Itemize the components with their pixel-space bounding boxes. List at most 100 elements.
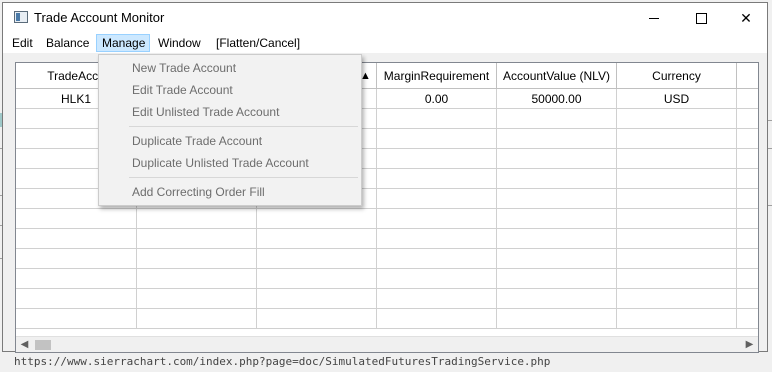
menu-item-duplicate-trade-account[interactable]: Duplicate Trade Account <box>99 130 361 152</box>
table-cell[interactable] <box>377 289 497 309</box>
trade-account-monitor-window: Trade Account Monitor ✕ Edit Balance Man… <box>2 2 768 353</box>
scrollbar-thumb[interactable] <box>35 340 51 350</box>
menu-item-edit-unlisted-trade-account[interactable]: Edit Unlisted Trade Account <box>99 101 361 123</box>
table-cell[interactable] <box>737 169 758 189</box>
table-cell[interactable] <box>257 289 377 309</box>
table-cell[interactable] <box>497 289 617 309</box>
table-cell[interactable] <box>617 249 737 269</box>
table-cell-accountvalue[interactable]: 50000.00 <box>497 89 617 109</box>
chevron-right-icon[interactable]: ▶ <box>741 337 758 352</box>
table-cell[interactable] <box>257 309 377 329</box>
menu-bar: Edit Balance Manage Window [Flatten/Canc… <box>3 33 767 53</box>
table-cell[interactable] <box>737 209 758 229</box>
table-cell[interactable] <box>497 269 617 289</box>
table-cell[interactable] <box>137 289 257 309</box>
table-cell[interactable] <box>737 109 758 129</box>
manage-menu-dropdown: New Trade Account Edit Trade Account Edi… <box>98 54 362 206</box>
table-cell[interactable] <box>617 269 737 289</box>
table-cell[interactable] <box>377 249 497 269</box>
menu-item-new-trade-account[interactable]: New Trade Account <box>99 57 361 79</box>
table-cell[interactable] <box>617 169 737 189</box>
table-cell[interactable] <box>257 229 377 249</box>
table-cell[interactable] <box>257 209 377 229</box>
table-cell[interactable] <box>137 269 257 289</box>
table-cell[interactable] <box>617 209 737 229</box>
menu-window[interactable]: Window <box>153 34 206 52</box>
menu-item-duplicate-unlisted-trade-account[interactable]: Duplicate Unlisted Trade Account <box>99 152 361 174</box>
table-cell[interactable] <box>16 289 137 309</box>
table-cell[interactable] <box>737 149 758 169</box>
table-cell[interactable] <box>377 189 497 209</box>
table-cell[interactable] <box>497 189 617 209</box>
table-cell[interactable] <box>497 229 617 249</box>
table-cell[interactable] <box>737 309 758 329</box>
menu-manage[interactable]: Manage <box>96 34 150 52</box>
table-cell[interactable] <box>16 249 137 269</box>
table-cell[interactable] <box>737 229 758 249</box>
menu-balance[interactable]: Balance <box>41 34 94 52</box>
table-cell[interactable] <box>737 249 758 269</box>
table-cell[interactable] <box>617 289 737 309</box>
table-cell[interactable] <box>617 149 737 169</box>
table-cell[interactable] <box>16 209 137 229</box>
column-header-currency[interactable]: Currency <box>617 63 737 89</box>
table-cell[interactable] <box>617 129 737 149</box>
table-cell-marginrequirement[interactable]: 0.00 <box>377 89 497 109</box>
table-cell[interactable] <box>137 309 257 329</box>
menu-edit[interactable]: Edit <box>7 34 38 52</box>
window-title: Trade Account Monitor <box>34 10 165 25</box>
table-cell[interactable] <box>16 269 137 289</box>
table-cell[interactable] <box>377 169 497 189</box>
column-header-7[interactable]: O <box>737 63 758 89</box>
menu-flatten-cancel[interactable]: [Flatten/Cancel] <box>211 34 305 52</box>
table-cell[interactable] <box>737 289 758 309</box>
menu-separator <box>129 177 358 178</box>
table-cell[interactable] <box>257 249 377 269</box>
maximize-icon <box>695 12 707 24</box>
table-cell[interactable] <box>737 269 758 289</box>
table-cell[interactable] <box>737 189 758 209</box>
table-cell[interactable] <box>137 229 257 249</box>
table-cell[interactable] <box>257 269 377 289</box>
close-icon: ✕ <box>740 9 752 26</box>
table-cell[interactable] <box>617 109 737 129</box>
table-cell[interactable] <box>497 169 617 189</box>
table-cell[interactable] <box>377 309 497 329</box>
title-bar[interactable]: Trade Account Monitor ✕ <box>3 3 767 33</box>
table-cell-currency[interactable]: USD <box>617 89 737 109</box>
column-header-accountvalue[interactable]: AccountValue (NLV) <box>497 63 617 89</box>
menu-separator <box>129 126 358 127</box>
trade-monitor-app-icon <box>14 11 28 23</box>
table-cell[interactable] <box>377 209 497 229</box>
table-cell[interactable] <box>137 209 257 229</box>
column-header-marginrequirement[interactable]: MarginRequirement <box>377 63 497 89</box>
minimize-icon <box>649 17 659 19</box>
table-cell[interactable] <box>16 309 137 329</box>
table-cell[interactable] <box>497 309 617 329</box>
table-cell[interactable] <box>377 269 497 289</box>
horizontal-scrollbar[interactable]: ◀ ▶ <box>16 336 758 352</box>
table-cell[interactable] <box>497 129 617 149</box>
maximize-button[interactable] <box>678 3 724 33</box>
table-cell[interactable] <box>497 109 617 129</box>
table-cell[interactable] <box>617 229 737 249</box>
table-cell[interactable] <box>737 89 758 109</box>
table-cell[interactable] <box>737 129 758 149</box>
table-cell[interactable] <box>377 229 497 249</box>
background-url-text: https://www.sierrachart.com/index.php?pa… <box>14 355 551 368</box>
table-cell[interactable] <box>497 209 617 229</box>
table-cell[interactable] <box>377 149 497 169</box>
close-button[interactable]: ✕ <box>723 3 769 33</box>
table-cell[interactable] <box>617 189 737 209</box>
chevron-left-icon[interactable]: ◀ <box>16 337 33 352</box>
table-cell[interactable] <box>497 249 617 269</box>
table-cell[interactable] <box>617 309 737 329</box>
table-cell[interactable] <box>16 229 137 249</box>
menu-item-add-correcting-order-fill[interactable]: Add Correcting Order Fill <box>99 181 361 203</box>
menu-item-edit-trade-account[interactable]: Edit Trade Account <box>99 79 361 101</box>
table-cell[interactable] <box>497 149 617 169</box>
table-cell[interactable] <box>377 109 497 129</box>
table-cell[interactable] <box>137 249 257 269</box>
table-cell[interactable] <box>377 129 497 149</box>
minimize-button[interactable] <box>631 3 677 33</box>
